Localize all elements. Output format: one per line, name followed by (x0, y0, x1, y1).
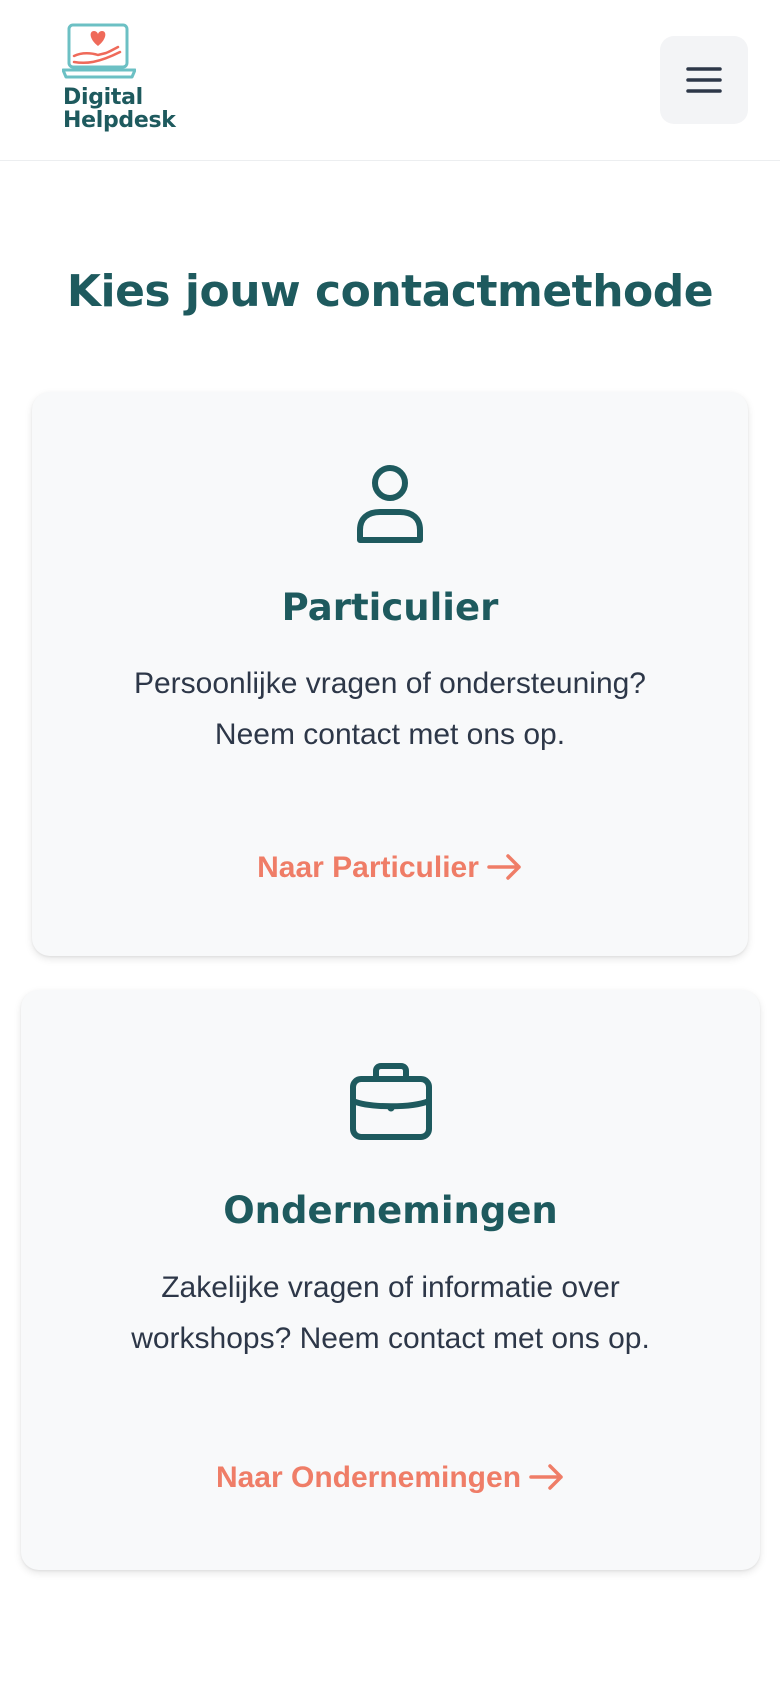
naar-ondernemingen-link[interactable]: Naar Ondernemingen (21, 1458, 760, 1498)
contact-card-particulier: Particulier Persoonlijke vragen of onder… (32, 392, 748, 956)
page-title: Kies jouw contactmethode (66, 266, 714, 317)
laptop-heart-hand-icon (62, 23, 136, 79)
card-description: Persoonlijke vragen of ondersteuning? Ne… (133, 667, 646, 751)
contact-card-ondernemingen: Ondernemingen Zakelijke vragen of inform… (21, 990, 760, 1570)
menu-button[interactable] (660, 36, 748, 124)
naar-particulier-link[interactable]: Naar Particulier (32, 848, 748, 888)
site-logo[interactable]: Digital Helpdesk (58, 22, 188, 140)
logo-line-1: Digital (63, 85, 143, 110)
link-label: Naar Ondernemingen (215, 1461, 522, 1494)
site-header: Digital Helpdesk (0, 0, 780, 161)
card-title: Ondernemingen (223, 1189, 558, 1232)
user-icon (357, 465, 423, 543)
arrow-right-icon (529, 1464, 563, 1490)
arrow-right-icon (487, 854, 521, 880)
card-description: Zakelijke vragen of informatie over work… (131, 1271, 650, 1355)
link-label: Naar Particulier (257, 851, 479, 884)
logo-wordmark: Digital Helpdesk (63, 86, 176, 132)
card-title: Particulier (281, 586, 499, 629)
hamburger-menu-icon (686, 67, 722, 93)
briefcase-icon (349, 1063, 432, 1140)
logo-line-2: Helpdesk (63, 108, 176, 133)
